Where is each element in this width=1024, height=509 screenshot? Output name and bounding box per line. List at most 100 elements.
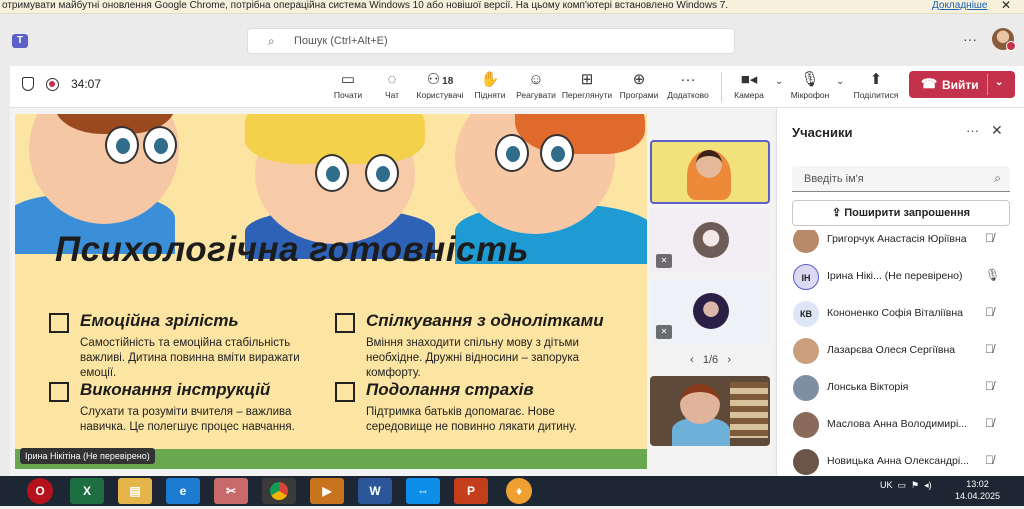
participant-row[interactable]: Лонська Вікторія 🎙̸ <box>777 370 1024 406</box>
vpn-icon[interactable]: ♦ <box>506 478 532 504</box>
search-icon: ⌕ <box>268 34 275 48</box>
mic-off-icon: 🎙̸ <box>985 416 994 430</box>
mic-off-icon: 🎙̸ <box>985 342 994 356</box>
mic-options-chevron-icon[interactable]: ⌄ <box>836 76 844 87</box>
participant-row[interactable]: Лазарєва Олеся Сергіївна 🎙̸ <box>777 333 1024 369</box>
participants-panel: Учасники ··· ✕ Введіть ім'я ⌕ ⇪ Поширити… <box>776 108 1024 476</box>
participant-search-input[interactable]: Введіть ім'я ⌕ <box>792 166 1010 192</box>
banner-more-link[interactable]: Докладніше <box>932 0 988 12</box>
gallery-pager: ‹ 1/6 › <box>690 354 731 366</box>
avatar: ІН <box>793 264 819 290</box>
call-timer: 34:07 <box>71 77 102 91</box>
video-tile[interactable]: ✕ <box>650 208 770 272</box>
teamviewer-icon[interactable]: ⇔ <box>406 478 440 504</box>
mic-icon: 🎙 <box>985 268 1001 282</box>
mic-off-icon: 🎙̸ <box>985 231 994 245</box>
ie-icon[interactable]: e <box>166 478 200 504</box>
share-invite-button[interactable]: ⇪ Поширити запрошення <box>792 200 1010 226</box>
excel-icon[interactable]: X <box>70 478 104 504</box>
checkbox-icon <box>49 382 69 402</box>
leave-button[interactable]: ☎ Вийти ⌄ <box>909 71 1015 98</box>
chevron-right-icon[interactable]: › <box>727 354 731 366</box>
more-options-icon[interactable]: ··· <box>963 31 977 47</box>
explorer-icon[interactable]: ▤ <box>118 478 152 504</box>
banner-close-icon[interactable]: ✕ <box>1001 0 1011 11</box>
teams-logo-icon[interactable]: T <box>12 34 28 48</box>
participant-name: Ірина Нікі... (Не перевірено) <box>827 270 963 282</box>
search-icon: ⌕ <box>994 171 1001 185</box>
mic-off-icon: 🎙 <box>800 71 820 88</box>
video-tile[interactable]: ✕ <box>650 279 770 343</box>
presenter-name-label: Ірина Нікітіна (Не перевірено) <box>20 448 155 464</box>
grid-icon: ⊞ <box>580 71 594 88</box>
opera-icon[interactable]: O <box>27 478 53 504</box>
clock[interactable]: 13:02 14.04.2025 <box>955 478 1000 502</box>
close-icon[interactable]: ✕ <box>991 122 1003 139</box>
avatar <box>793 338 819 364</box>
search-placeholder: Пошук (Ctrl+Alt+E) <box>294 35 388 47</box>
meeting-stage: Психологічна готовність Емоційна зріліст… <box>10 108 774 476</box>
mic-off-icon: 🎙̸ <box>985 379 994 393</box>
participant-list: Григорчук Анастасія Юріївна 🎙̸ ІН Ірина Нік… <box>777 230 1024 476</box>
react-button[interactable]: ☺ Реагувати <box>510 70 562 100</box>
os-warning-banner: отримувати майбутні оновлення Google Chr… <box>0 0 1024 14</box>
avatar <box>693 293 729 329</box>
chevron-left-icon[interactable]: ‹ <box>690 354 694 366</box>
share-button[interactable]: ⬆ Поділитися <box>850 70 902 100</box>
participant-row[interactable]: Григорчук Анастасія Юріївна 🎙̸ <box>777 230 1024 258</box>
mic-off-icon: 🎙̸ <box>985 305 994 319</box>
participant-row[interactable]: Новицька Анна Олександрі... 🎙̸ <box>777 444 1024 476</box>
raise-hand-button[interactable]: ✋ Підняти <box>464 70 516 100</box>
ellipsis-icon: ··· <box>680 71 696 88</box>
chrome-icon[interactable] <box>262 478 296 504</box>
avatar <box>693 222 729 258</box>
people-icon: ⚇ 18 <box>426 71 454 88</box>
participant-name: Лонська Вікторія <box>827 381 909 393</box>
search-input[interactable]: ⌕ Пошук (Ctrl+Alt+E) <box>247 28 735 54</box>
participant-row[interactable]: Маслова Анна Володимирі... 🎙̸ <box>777 407 1024 443</box>
camera-icon: ■◂ <box>740 71 758 88</box>
panel-more-icon[interactable]: ··· <box>966 123 979 138</box>
participant-name: Маслова Анна Володимирі... <box>827 418 968 430</box>
camera-button[interactable]: ■◂ Камера <box>723 70 775 100</box>
plus-icon: ⊕ <box>632 71 646 88</box>
left-rail <box>0 66 10 476</box>
view-button[interactable]: ⊞ Переглянути <box>561 70 613 100</box>
camera-options-chevron-icon[interactable]: ⌄ <box>775 76 783 87</box>
shield-icon[interactable] <box>22 77 34 91</box>
share-icon: ⇪ <box>831 207 845 219</box>
participant-row[interactable]: ІН Ірина Нікі... (Не перевірено) 🎙 <box>777 259 1024 295</box>
powerpoint-icon[interactable]: P <box>454 478 488 504</box>
mic-button[interactable]: 🎙 Мікрофон <box>784 70 836 100</box>
apps-button[interactable]: ⊕ Програми <box>613 70 665 100</box>
user-avatar[interactable] <box>992 28 1016 51</box>
avatar <box>793 412 819 438</box>
recording-icon <box>46 77 59 91</box>
checkbox-icon <box>49 313 69 333</box>
video-tile[interactable] <box>650 376 770 446</box>
smile-icon: ☺ <box>528 71 544 88</box>
avatar <box>793 449 819 475</box>
participant-row[interactable]: КВ Кононенко Софія Віталіївна 🎙̸ <box>777 296 1024 332</box>
meeting-toolbar: 34:07 ▭ Почати ◌ Чат ⚇ 18 Користувачі ✋ Підня… <box>10 66 1024 108</box>
avatar <box>793 375 819 401</box>
participant-name: Григорчук Анастасія Юріївна <box>827 233 967 245</box>
panel-title: Учасники <box>792 125 853 140</box>
word-icon[interactable]: W <box>358 478 392 504</box>
checkbox-icon <box>335 382 355 402</box>
avatar <box>793 230 819 253</box>
participant-name: Новицька Анна Олександрі... <box>827 455 969 467</box>
teams-top-bar: T ⌕ Пошук (Ctrl+Alt+E) ··· <box>0 14 1024 66</box>
video-tile[interactable] <box>650 140 770 204</box>
chat-button[interactable]: ◌ Чат <box>366 70 418 100</box>
shared-slide: Психологічна готовність Емоційна зріліст… <box>15 114 647 469</box>
mic-off-icon: ✕ <box>656 325 672 339</box>
participant-name: Кононенко Софія Віталіївна <box>827 307 963 319</box>
mic-off-icon: ✕ <box>656 254 672 268</box>
leave-options-chevron-icon[interactable]: ⌄ <box>995 77 1003 88</box>
more-button[interactable]: ··· Додатково <box>662 70 714 100</box>
system-tray: UK ▭ ⚑ ◂) <box>880 480 932 490</box>
people-button[interactable]: ⚇ 18 Користувачі <box>414 70 466 100</box>
media-player-icon[interactable]: ▶ <box>310 478 344 504</box>
snipping-icon[interactable]: ✂ <box>214 478 248 504</box>
